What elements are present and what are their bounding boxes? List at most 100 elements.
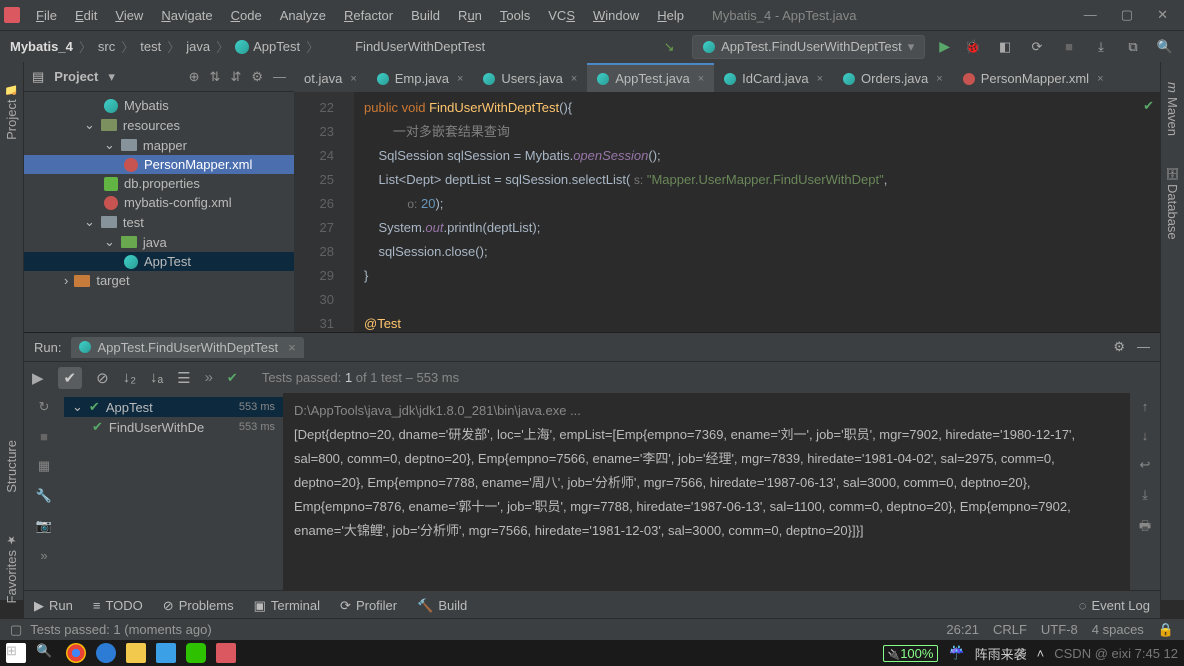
tool-project[interactable]: Project📁 [4,82,19,140]
bottom-todo[interactable]: ≡TODO [93,598,143,613]
up-icon[interactable]: ↑ [1142,399,1149,414]
crumb-root[interactable]: Mybatis_4 [10,39,73,54]
menu-build[interactable]: Build [403,4,448,27]
tree-apptest[interactable]: AppTest [24,252,294,271]
hide-icon[interactable]: — [273,69,286,85]
task-intellij-icon[interactable] [216,643,236,663]
dropdown-icon[interactable]: ▾ [108,69,115,85]
menu-run[interactable]: Run [450,4,490,27]
bottom-build[interactable]: 🔨Build [417,598,467,614]
tab-users[interactable]: Users.java× [473,63,587,92]
status-enc[interactable]: UTF-8 [1041,622,1078,638]
tab-apptest[interactable]: AppTest.java× [587,63,714,92]
print-icon[interactable]: 🖶 [1139,517,1151,539]
tree-resources[interactable]: ⌄resources [24,115,294,135]
close-icon[interactable]: × [350,73,356,85]
status-crlf[interactable]: CRLF [993,622,1027,638]
menu-window[interactable]: Window [585,4,647,27]
test-root[interactable]: ⌄✔AppTest553 ms [64,397,283,417]
expand-icon[interactable]: ☰ [177,369,190,387]
skip-icon[interactable]: ⊘ [96,369,109,387]
tab-orders[interactable]: Orders.java× [833,63,953,92]
menu-tools[interactable]: Tools [492,4,538,27]
menu-vcs[interactable]: VCS [540,4,583,27]
screen-icon[interactable]: ⧉ [1124,38,1142,56]
down-icon[interactable]: ↓ [1142,428,1149,443]
rerun-icon[interactable]: ↻ [39,399,50,415]
select-opened-icon[interactable]: ⊕ [189,69,200,85]
rerun-icon[interactable]: ▶ [32,369,44,387]
more-icon[interactable]: » [205,369,213,386]
menu-file[interactable]: File [28,4,65,27]
gear-icon[interactable]: ⚙ [251,69,263,85]
vcs-update-icon[interactable]: ⤓ [1092,38,1110,56]
wrench-icon[interactable]: 🔧 [36,488,52,504]
close-icon[interactable]: × [1097,73,1103,85]
menu-view[interactable]: View [107,4,151,27]
windows-start-icon[interactable]: ⊞ [6,643,26,663]
build-icon[interactable]: ↘ [660,38,678,56]
tray-chevron-icon[interactable]: ˄ [1037,646,1045,661]
crumb-java[interactable]: java [186,39,210,54]
tree-dbprops[interactable]: db.properties [24,174,294,193]
coverage-icon[interactable]: ◧ [996,38,1014,56]
debug-icon[interactable]: 🐞 [964,38,982,56]
tree-java[interactable]: ⌄java [24,232,294,252]
tree-target[interactable]: ›target [24,271,294,290]
tree-personmapper[interactable]: PersonMapper.xml [24,155,294,174]
menu-edit[interactable]: Edit [67,4,105,27]
tool-maven[interactable]: m Maven [1165,82,1180,136]
maximize-button[interactable]: ▢ [1121,7,1133,23]
stop-icon[interactable]: ■ [1060,38,1078,56]
scroll-icon[interactable]: ⤓ [1142,487,1148,503]
close-button[interactable]: ✕ [1157,7,1168,23]
bottom-terminal[interactable]: ▣Terminal [254,598,320,614]
console-output[interactable]: D:\AppTools\java_jdk\jdk1.8.0_281\bin\ja… [284,393,1130,590]
sort-alpha-icon[interactable]: ↓ₐ [150,369,163,386]
run-button[interactable]: ▶ [939,38,950,55]
tool-database[interactable]: 🗄 Database [1165,166,1180,240]
profile-icon[interactable]: ⟳ [1028,38,1046,56]
bottom-eventlog[interactable]: ◌Event Log [1079,598,1150,613]
close-icon[interactable]: × [936,73,942,85]
sort-icon[interactable]: ↓₂ [123,369,136,386]
tool-structure[interactable]: Structure [4,440,19,493]
camera-icon[interactable]: 📷 [36,518,52,534]
search-icon[interactable]: 🔍 [36,643,56,663]
menu-refactor[interactable]: Refactor [336,4,401,27]
tab-idcard[interactable]: IdCard.java× [714,63,833,92]
expand-icon[interactable]: ⇅ [210,69,221,85]
weather-icon[interactable]: ☔ [948,645,964,661]
tab-personmapper[interactable]: PersonMapper.xml× [953,63,1114,92]
close-icon[interactable]: × [571,73,577,85]
bottom-profiler[interactable]: ⟳Profiler [340,598,397,614]
gear-icon[interactable]: ⚙ [1113,339,1125,355]
menu-analyze[interactable]: Analyze [272,4,334,27]
more-icon[interactable]: » [40,548,47,563]
run-tab[interactable]: AppTest.FindUserWithDeptTest× [71,337,303,358]
layout-icon[interactable]: ▦ [38,458,50,474]
task-wechat-icon[interactable] [186,643,206,663]
crumb-class[interactable]: AppTest [235,39,300,54]
task-store-icon[interactable] [156,643,176,663]
task-chrome-icon[interactable] [66,643,86,663]
crumb-src[interactable]: src [98,39,115,54]
tab-emp[interactable]: Emp.java× [367,63,474,92]
run-config-dropdown[interactable]: AppTest.FindUserWithDeptTest ▾ [692,35,925,59]
tool-favorites[interactable]: Favorites★ [4,533,19,603]
tree-mapper[interactable]: ⌄mapper [24,135,294,155]
tab-ot[interactable]: ot.java× [294,63,367,92]
stop-icon[interactable]: ■ [40,429,48,444]
search-icon[interactable]: 🔍 [1156,38,1174,56]
tree-mybatis[interactable]: Mybatis [24,96,294,115]
close-icon[interactable]: × [457,73,463,85]
menu-code[interactable]: Code [223,4,270,27]
hide-icon[interactable]: — [1137,339,1150,355]
test-leaf[interactable]: ✔FindUserWithDe553 ms [64,417,283,437]
check-icon[interactable]: ✔ [58,367,83,389]
code-editor[interactable]: 22232425262728293031 public void FindUse… [294,92,1160,332]
tree-mybatisconfig[interactable]: mybatis-config.xml [24,193,294,212]
status-pos[interactable]: 26:21 [946,622,979,638]
close-icon[interactable]: × [288,340,296,355]
task-edge-icon[interactable] [96,643,116,663]
